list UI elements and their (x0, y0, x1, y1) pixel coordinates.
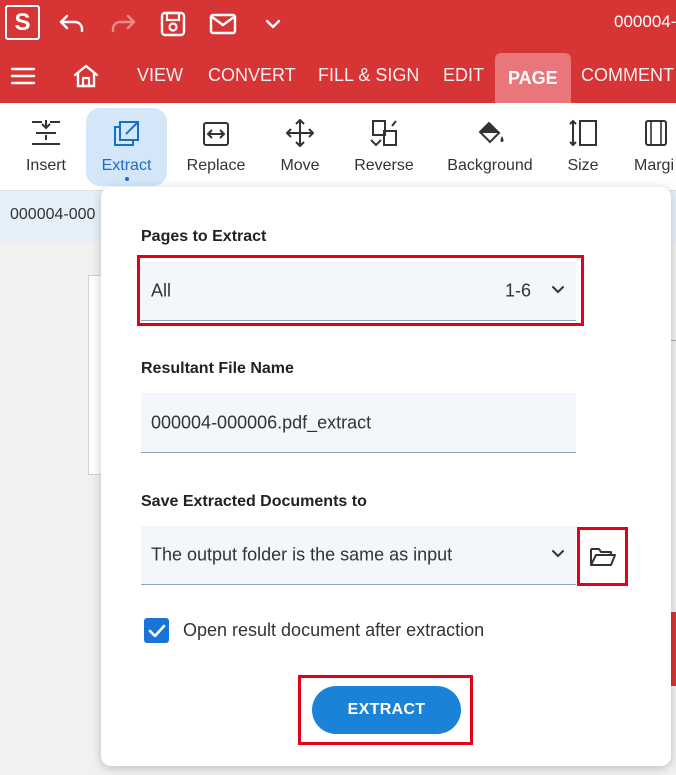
open-after-checkbox[interactable] (144, 618, 169, 643)
size-tool[interactable]: Size (562, 108, 604, 186)
move-label: Move (280, 157, 320, 174)
save-icon[interactable] (158, 9, 188, 39)
size-icon (567, 108, 599, 148)
highlight-box (577, 527, 628, 586)
document-tab[interactable]: 000004-000 (10, 206, 95, 224)
replace-label: Replace (186, 157, 246, 174)
pages-to-extract-label: Pages to Extract (141, 228, 267, 245)
reverse-tool[interactable]: Reverse (353, 108, 415, 186)
save-location-select[interactable]: The output folder is the same as input (141, 526, 576, 585)
background-tool[interactable]: Background (446, 108, 534, 186)
page-ribbon: Insert Extract Replace Move Reverse Back… (0, 103, 676, 191)
margin-icon (632, 108, 670, 148)
open-after-label: Open result document after extraction (183, 620, 485, 640)
insert-icon (30, 108, 62, 148)
home-icon[interactable] (71, 61, 101, 91)
save-location-label: Save Extracted Documents to (141, 493, 367, 510)
save-location-value: The output folder is the same as input (151, 544, 453, 565)
extract-label: Extract (101, 157, 152, 174)
title-bar: S 000004-0 (0, 0, 676, 48)
move-icon (285, 108, 315, 148)
tab-convert[interactable]: CONVERT (195, 48, 309, 103)
tab-page[interactable]: PAGE (495, 53, 571, 103)
reverse-label: Reverse (354, 157, 414, 174)
filename-value: 000004-000006.pdf_extract (151, 412, 372, 432)
tab-edit[interactable]: EDIT (430, 48, 497, 103)
margin-label: Margi (634, 157, 675, 174)
tab-fill-sign[interactable]: FILL & SIGN (305, 48, 432, 103)
hamburger-menu-icon[interactable] (8, 61, 38, 91)
background-label: Background (447, 157, 533, 174)
margin-tool[interactable]: Margi (632, 108, 676, 186)
replace-tool[interactable]: Replace (185, 108, 247, 186)
mail-icon[interactable] (208, 9, 238, 39)
app-logo[interactable]: S (5, 5, 40, 40)
checkmark-icon (148, 624, 165, 637)
size-label: Size (567, 157, 599, 174)
move-tool[interactable]: Move (276, 108, 324, 186)
tab-comment[interactable]: COMMENT (568, 48, 676, 103)
chevron-down-icon (550, 546, 566, 564)
filename-label: Resultant File Name (141, 360, 294, 377)
document-title: 000004-0 (614, 12, 676, 31)
reverse-icon (368, 108, 400, 148)
redo-icon[interactable] (108, 9, 138, 39)
undo-icon[interactable] (57, 9, 87, 39)
highlight-box (298, 675, 473, 745)
menu-bar: VIEW CONVERT FILL & SIGN EDIT PAGE COMME… (0, 48, 676, 103)
paint-bucket-icon (474, 108, 506, 148)
insert-tool[interactable]: Insert (17, 108, 75, 186)
insert-label: Insert (25, 157, 66, 174)
active-tool-indicator (125, 177, 129, 181)
filename-input[interactable]: 000004-000006.pdf_extract (141, 393, 576, 453)
chevron-down-icon[interactable] (258, 9, 288, 39)
tab-view[interactable]: VIEW (124, 48, 196, 103)
extract-icon (112, 108, 142, 148)
replace-icon (201, 108, 231, 148)
extract-tool[interactable]: Extract (86, 108, 167, 186)
highlight-box (137, 255, 584, 326)
